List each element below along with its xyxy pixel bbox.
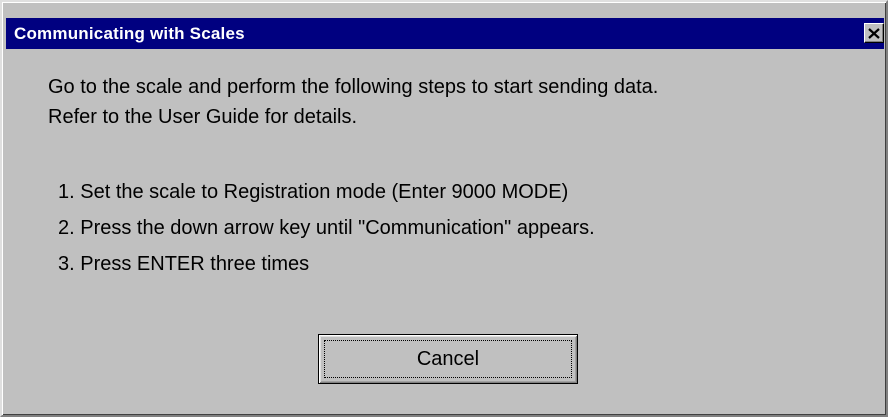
dialog-window: Communicating with Scales Go to the scal… bbox=[0, 0, 888, 417]
close-icon bbox=[868, 27, 880, 39]
close-button[interactable] bbox=[864, 23, 884, 43]
instruction-message: Go to the scale and perform the followin… bbox=[48, 72, 658, 132]
cancel-button[interactable]: Cancel bbox=[318, 334, 578, 384]
dialog-title: Communicating with Scales bbox=[14, 23, 245, 43]
step-item: 1. Set the scale to Registration mode (E… bbox=[58, 181, 569, 203]
message-line: Go to the scale and perform the followin… bbox=[48, 76, 659, 98]
step-item: 3. Press ENTER three times bbox=[58, 253, 310, 275]
title-bar[interactable]: Communicating with Scales bbox=[6, 18, 884, 49]
message-line: Refer to the User Guide for details. bbox=[48, 106, 358, 128]
cancel-button-label: Cancel bbox=[416, 347, 480, 370]
step-item: 2. Press the down arrow key until "Commu… bbox=[58, 217, 595, 239]
steps-list: 1. Set the scale to Registration mode (E… bbox=[58, 174, 595, 282]
